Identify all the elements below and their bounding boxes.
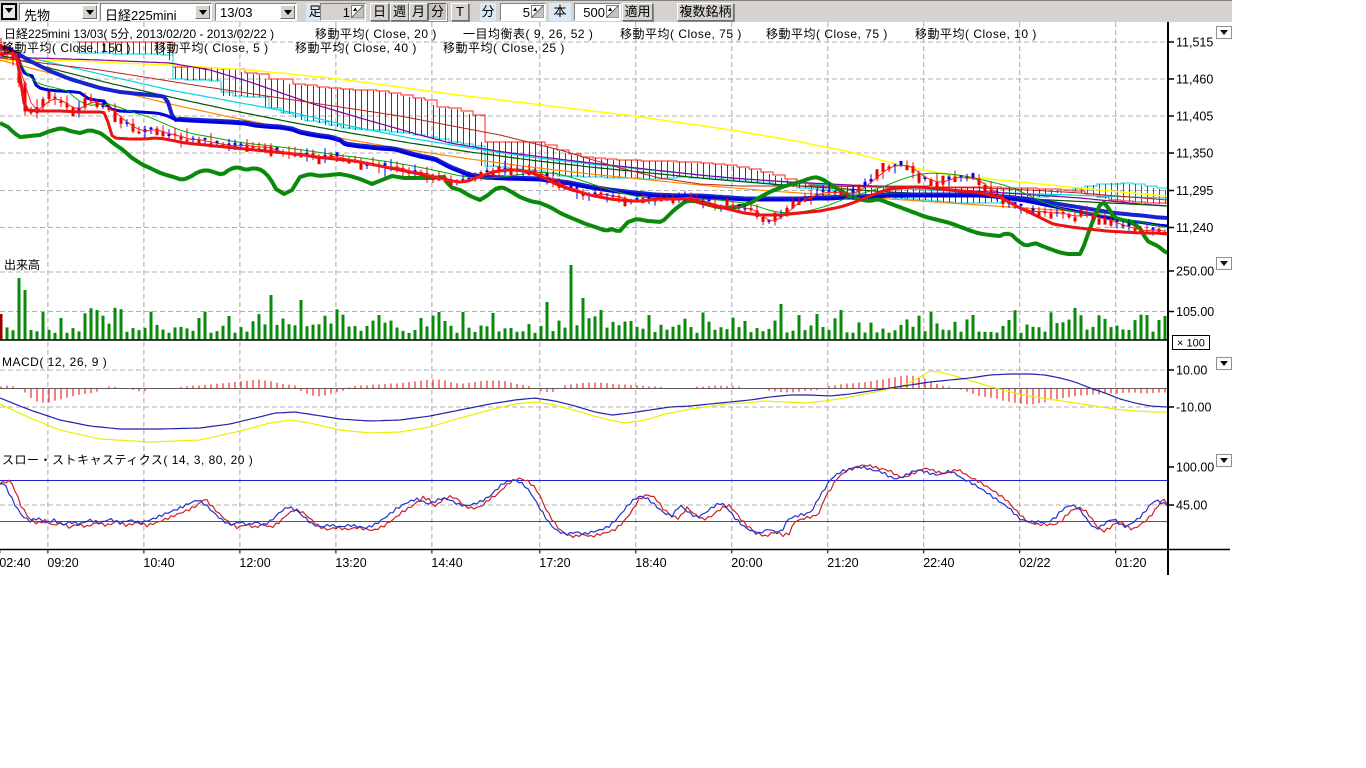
svg-text:移動平均( Close, 10 ): 移動平均( Close, 10 ) — [915, 27, 1037, 41]
svg-text:-10.00: -10.00 — [1176, 401, 1211, 415]
svg-text:移動平均( Close, 75 ): 移動平均( Close, 75 ) — [620, 27, 742, 41]
svg-text:12:00: 12:00 — [239, 556, 270, 570]
svg-text:移動平均( Close, 20 ): 移動平均( Close, 20 ) — [315, 27, 437, 41]
svg-text:02:40: 02:40 — [0, 556, 31, 570]
svg-text:移動平均( Close, 75 ): 移動平均( Close, 75 ) — [766, 27, 888, 41]
svg-text:250.00: 250.00 — [1176, 265, 1214, 279]
svg-text:11,350: 11,350 — [1176, 147, 1213, 161]
svg-text:02/22: 02/22 — [1019, 556, 1050, 570]
svg-text:22:40: 22:40 — [923, 556, 954, 570]
svg-text:移動平均( Close, 150 ): 移動平均( Close, 150 ) — [2, 41, 131, 55]
svg-text:105.00: 105.00 — [1176, 305, 1214, 319]
svg-text:10.00: 10.00 — [1176, 364, 1207, 378]
svg-text:移動平均( Close, 5 ): 移動平均( Close, 5 ) — [154, 41, 269, 55]
svg-text:MACD( 12, 26, 9 ): MACD( 12, 26, 9 ) — [2, 355, 107, 369]
svg-text:45.00: 45.00 — [1176, 499, 1207, 513]
svg-text:出来高: 出来高 — [4, 257, 40, 272]
svg-text:移動平均( Close, 25 ): 移動平均( Close, 25 ) — [443, 41, 565, 55]
svg-text:11,515: 11,515 — [1176, 36, 1213, 50]
svg-text:11,240: 11,240 — [1176, 221, 1213, 235]
svg-text:10:40: 10:40 — [143, 556, 174, 570]
svg-text:× 100: × 100 — [1177, 338, 1205, 350]
svg-text:11,460: 11,460 — [1176, 73, 1213, 87]
svg-text:01:20: 01:20 — [1115, 556, 1146, 570]
svg-text:日経225mini 13/03( 5分, 2013/02/2: 日経225mini 13/03( 5分, 2013/02/20 - 2013/0… — [4, 27, 274, 41]
svg-text:100.00: 100.00 — [1176, 461, 1214, 475]
svg-text:一目均衡表( 9, 26, 52 ): 一目均衡表( 9, 26, 52 ) — [463, 27, 593, 41]
svg-text:17:20: 17:20 — [539, 556, 570, 570]
svg-text:21:20: 21:20 — [827, 556, 858, 570]
svg-text:18:40: 18:40 — [635, 556, 666, 570]
svg-text:09:20: 09:20 — [47, 556, 78, 570]
svg-text:13:20: 13:20 — [335, 556, 366, 570]
svg-text:移動平均( Close, 40 ): 移動平均( Close, 40 ) — [295, 41, 417, 55]
svg-text:11,405: 11,405 — [1176, 110, 1213, 124]
svg-text:11,295: 11,295 — [1176, 184, 1213, 198]
svg-text:20:00: 20:00 — [731, 556, 762, 570]
svg-text:14:40: 14:40 — [431, 556, 462, 570]
svg-text:スロー・ストキャスティクス( 14, 3, 80, 20 ): スロー・ストキャスティクス( 14, 3, 80, 20 ) — [2, 453, 253, 467]
